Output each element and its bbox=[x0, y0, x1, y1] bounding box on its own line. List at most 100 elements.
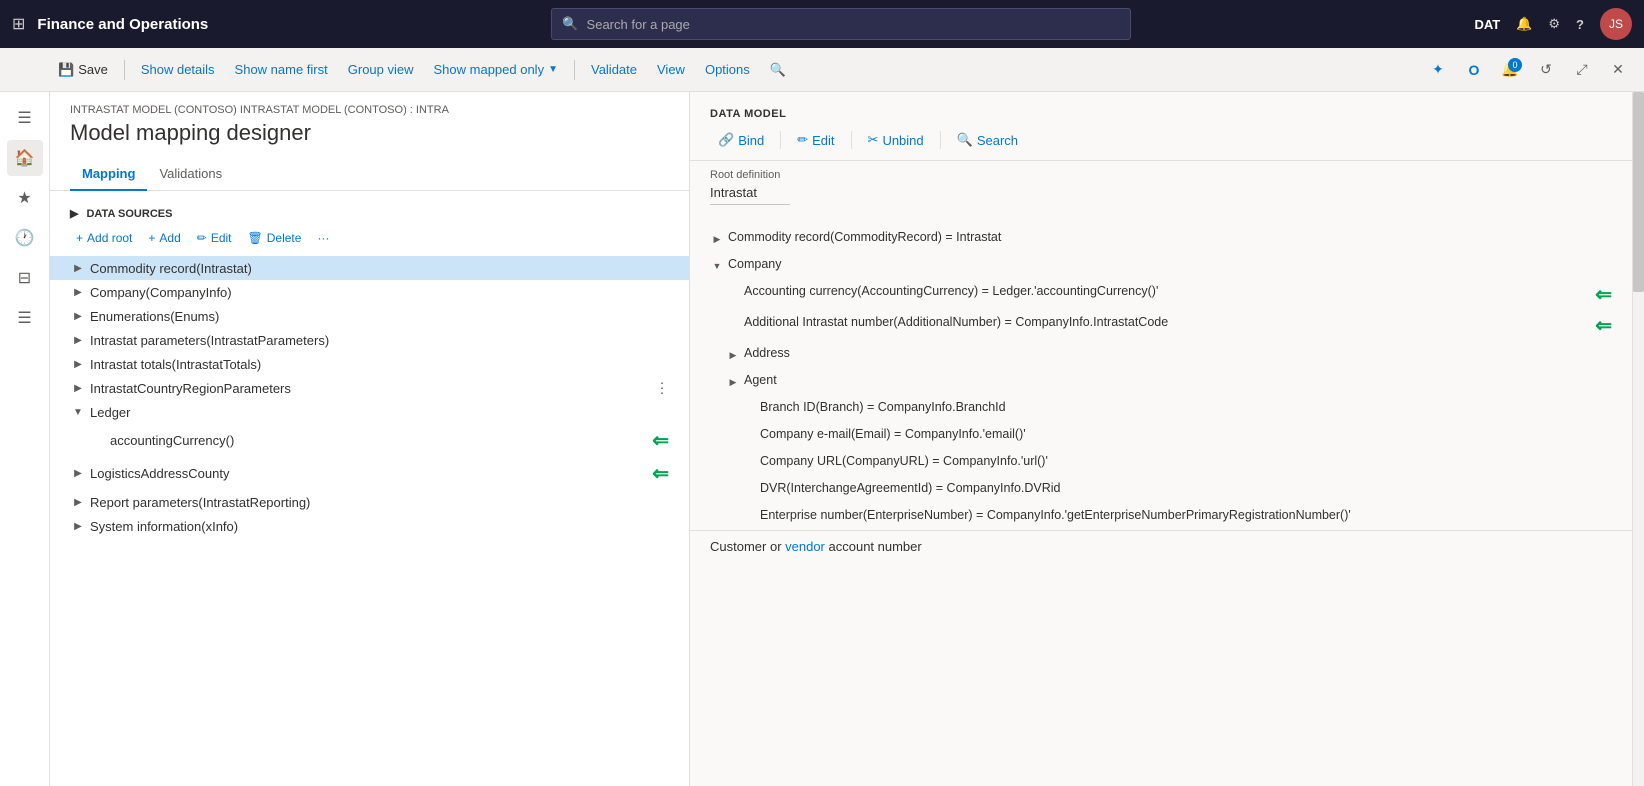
breadcrumb: INTRASTAT MODEL (CONTOSO) INTRASTAT MODE… bbox=[70, 104, 669, 116]
tab-validations[interactable]: Validations bbox=[147, 158, 234, 191]
save-icon: 💾 bbox=[58, 62, 74, 78]
dm-item-accounting-currency[interactable]: Accounting currency(AccountingCurrency) … bbox=[690, 279, 1632, 310]
view-button[interactable]: View bbox=[649, 58, 693, 81]
validate-button[interactable]: Validate bbox=[583, 58, 645, 81]
grid-icon[interactable]: ⊞ bbox=[12, 14, 25, 34]
tree-item-accounting-currency[interactable]: accountingCurrency() ⇐ bbox=[50, 424, 689, 457]
add-button[interactable]: + Add bbox=[142, 228, 186, 248]
delete-button[interactable]: 🗑 Delete bbox=[242, 228, 308, 248]
environment-label: DAT bbox=[1474, 17, 1500, 32]
tree-item-company[interactable]: ▶ Company(CompanyInfo) bbox=[50, 280, 689, 304]
expand-logistics-button[interactable]: ▶ bbox=[70, 466, 86, 482]
help-icon[interactable]: ? bbox=[1576, 17, 1584, 32]
tree-item-intrastat-country[interactable]: ▶ IntrastatCountryRegionParameters ⋮ bbox=[50, 376, 689, 400]
dm-item-company-email[interactable]: Company e-mail(Email) = CompanyInfo.'ema… bbox=[690, 422, 1632, 449]
search-input[interactable] bbox=[587, 17, 1121, 32]
sidebar-home-icon[interactable]: 🏠 bbox=[7, 140, 43, 176]
vendor-link[interactable]: vendor bbox=[785, 539, 825, 554]
show-mapped-only-button[interactable]: Show mapped only ▼ bbox=[426, 58, 566, 81]
sidebar-clock-icon[interactable]: 🕐 bbox=[7, 220, 43, 256]
context-menu-dots[interactable]: ⋮ bbox=[655, 380, 669, 397]
left-panel: INTRASTAT MODEL (CONTOSO) INTRASTAT MODE… bbox=[50, 92, 690, 786]
office-button[interactable]: O bbox=[1460, 56, 1488, 84]
tree-item-logistics[interactable]: ▶ LogisticsAddressCounty ⇐ bbox=[50, 457, 689, 490]
dm-item-branch-id[interactable]: Branch ID(Branch) = CompanyInfo.BranchId bbox=[690, 395, 1632, 422]
expand-ledger-button[interactable]: ▼ bbox=[70, 404, 86, 420]
dm-search-button[interactable]: 🔍 Search bbox=[949, 128, 1026, 152]
toolbar-separator-1 bbox=[124, 60, 125, 80]
root-definition-area: Root definition Intrastat bbox=[690, 161, 1632, 217]
dm-expand-commodity[interactable]: ▶ bbox=[710, 229, 724, 249]
chevron-down-icon: ▼ bbox=[548, 64, 558, 75]
dm-expand-enterprise bbox=[742, 507, 756, 527]
main-container: ☰ 🏠 ★ 🕐 ⊟ ☰ INTRASTAT MODEL (CONTOSO) IN… bbox=[0, 92, 1644, 786]
datasources-panel: ▶ DATA SOURCES + Add root + Add ✏ Edit bbox=[50, 191, 689, 786]
settings-link-button[interactable]: ✦ bbox=[1424, 56, 1452, 84]
tree-item-system-info[interactable]: ▶ System information(xInfo) bbox=[50, 514, 689, 538]
more-button[interactable]: ··· bbox=[311, 228, 335, 248]
expand-enumerations-button[interactable]: ▶ bbox=[70, 308, 86, 324]
dm-item-enterprise-number[interactable]: Enterprise number(EnterpriseNumber) = Co… bbox=[690, 503, 1632, 530]
expand-intrastatcountry-button[interactable]: ▶ bbox=[70, 380, 86, 396]
expand-reportparams-button[interactable]: ▶ bbox=[70, 494, 86, 510]
expand-company-button[interactable]: ▶ bbox=[70, 284, 86, 300]
sidebar: ☰ 🏠 ★ 🕐 ⊟ ☰ bbox=[0, 92, 50, 786]
refresh-button[interactable]: ↺ bbox=[1532, 56, 1560, 84]
dm-search-icon: 🔍 bbox=[957, 132, 973, 148]
user-avatar[interactable]: JS bbox=[1600, 8, 1632, 40]
options-button[interactable]: Options bbox=[697, 58, 758, 81]
save-button[interactable]: 💾 Save bbox=[50, 58, 116, 82]
sidebar-list-icon[interactable]: ☰ bbox=[7, 300, 43, 336]
delete-icon: 🗑 bbox=[248, 231, 263, 245]
sidebar-menu-icon[interactable]: ☰ bbox=[7, 100, 43, 136]
maximize-button[interactable]: ⤢ bbox=[1568, 56, 1596, 84]
top-navigation: ⊞ Finance and Operations 🔍 DAT 🔔 ⚙ ? JS bbox=[0, 0, 1644, 48]
show-name-first-button[interactable]: Show name first bbox=[227, 58, 336, 81]
dm-item-additional-intrastat[interactable]: Additional Intrastat number(AdditionalNu… bbox=[690, 310, 1632, 341]
bind-button[interactable]: 🔗 Bind bbox=[710, 128, 772, 152]
tree-item-intrastat-totals[interactable]: ▶ Intrastat totals(IntrastatTotals) bbox=[50, 352, 689, 376]
tree-item-ledger[interactable]: ▼ Ledger bbox=[50, 400, 689, 424]
dm-arrow-additional: ⇐ bbox=[1595, 313, 1612, 338]
content-area: INTRASTAT MODEL (CONTOSO) INTRASTAT MODE… bbox=[50, 92, 1644, 786]
expand-accounting-button[interactable] bbox=[90, 433, 106, 449]
search-toolbar-button[interactable]: 🔍 bbox=[762, 58, 794, 82]
dm-edit-button[interactable]: ✏ Edit bbox=[789, 128, 842, 152]
gear-icon[interactable]: ⚙ bbox=[1548, 16, 1560, 32]
group-view-button[interactable]: Group view bbox=[340, 58, 422, 81]
dm-item-address[interactable]: ▶ Address bbox=[690, 341, 1632, 368]
expand-sysinfo-button[interactable]: ▶ bbox=[70, 518, 86, 534]
add-root-button[interactable]: + Add root bbox=[70, 228, 138, 248]
show-details-button[interactable]: Show details bbox=[133, 58, 223, 81]
dm-item-agent[interactable]: ▶ Agent bbox=[690, 368, 1632, 395]
tree-item-commodity[interactable]: ▶ Commodity record(Intrastat) bbox=[50, 256, 689, 280]
unbind-icon: ✂ bbox=[868, 132, 879, 148]
notification-badge-button[interactable]: 🔔 0 bbox=[1496, 56, 1524, 84]
expand-intrastattotals-button[interactable]: ▶ bbox=[70, 356, 86, 372]
scrollbar-thumb[interactable] bbox=[1633, 92, 1644, 292]
expand-intrastatparams-button[interactable]: ▶ bbox=[70, 332, 86, 348]
dm-item-dvr[interactable]: DVR(InterchangeAgreementId) = CompanyInf… bbox=[690, 476, 1632, 503]
unbind-button[interactable]: ✂ Unbind bbox=[860, 128, 932, 152]
tree-item-intrastat-params[interactable]: ▶ Intrastat parameters(IntrastatParamete… bbox=[50, 328, 689, 352]
search-bar[interactable]: 🔍 bbox=[551, 8, 1131, 40]
right-scrollbar[interactable] bbox=[1632, 92, 1644, 786]
section-expand-icon[interactable]: ▶ bbox=[70, 207, 78, 220]
tree-item-enumerations[interactable]: ▶ Enumerations(Enums) bbox=[50, 304, 689, 328]
dm-item-commodity-record[interactable]: ▶ Commodity record(CommodityRecord) = In… bbox=[690, 225, 1632, 252]
tab-mapping[interactable]: Mapping bbox=[70, 158, 147, 191]
sidebar-table-icon[interactable]: ⊟ bbox=[7, 260, 43, 296]
dm-expand-agent[interactable]: ▶ bbox=[726, 372, 740, 392]
expand-commodity-button[interactable]: ▶ bbox=[70, 260, 86, 276]
tree-item-report-params[interactable]: ▶ Report parameters(IntrastatReporting) bbox=[50, 490, 689, 514]
dm-item-company[interactable]: ▼ Company bbox=[690, 252, 1632, 279]
page-header: INTRASTAT MODEL (CONTOSO) INTRASTAT MODE… bbox=[50, 92, 689, 158]
dm-arrow-accounting: ⇐ bbox=[1595, 282, 1612, 307]
sidebar-star-icon[interactable]: ★ bbox=[7, 180, 43, 216]
dm-expand-address[interactable]: ▶ bbox=[726, 345, 740, 365]
edit-button[interactable]: ✏ Edit bbox=[191, 228, 238, 248]
dm-expand-company[interactable]: ▼ bbox=[710, 256, 724, 276]
close-button[interactable]: ✕ bbox=[1604, 56, 1632, 84]
dm-item-company-url[interactable]: Company URL(CompanyURL) = CompanyInfo.'u… bbox=[690, 449, 1632, 476]
bell-icon[interactable]: 🔔 bbox=[1516, 16, 1532, 32]
